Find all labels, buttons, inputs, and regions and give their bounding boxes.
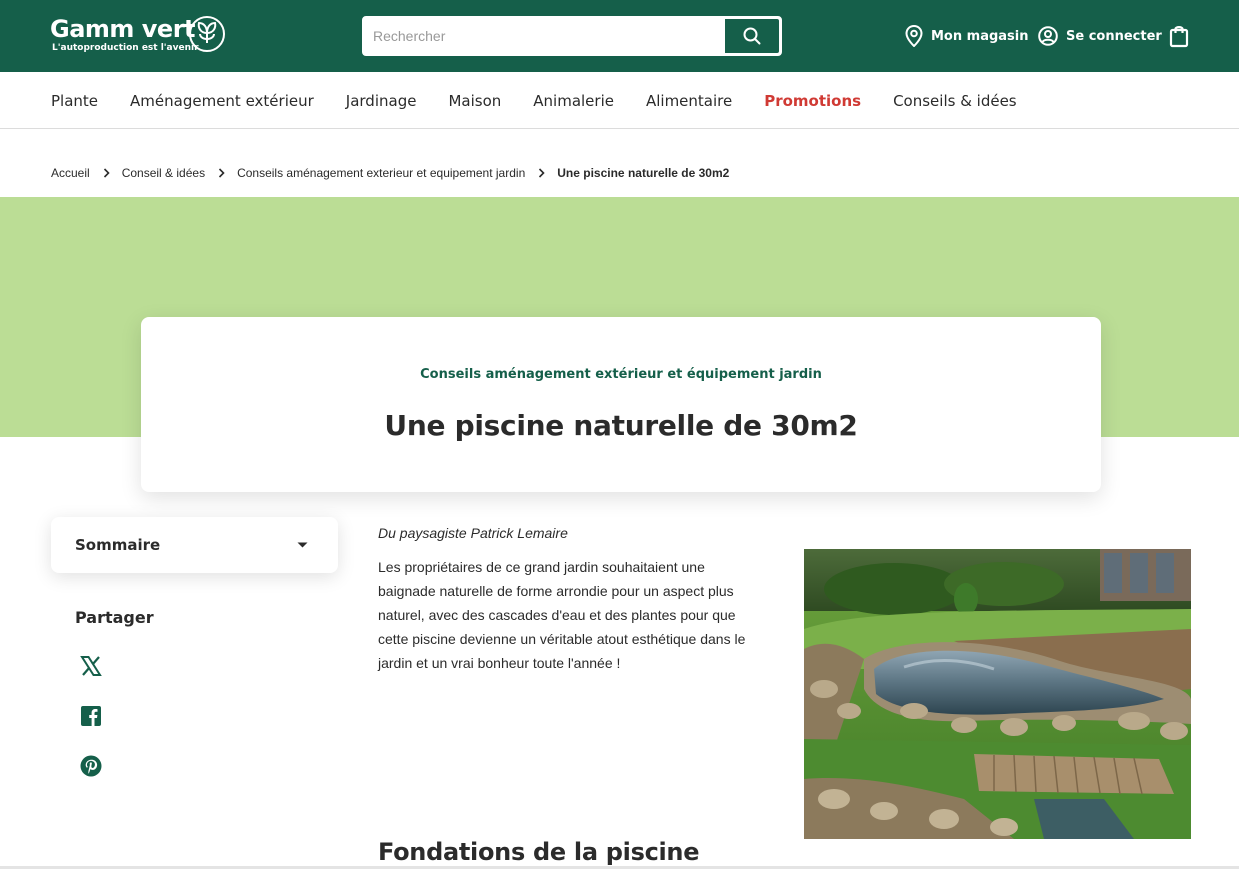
chevron-right-icon bbox=[218, 168, 225, 178]
search-icon bbox=[743, 27, 761, 45]
natural-pool-photo bbox=[804, 549, 1191, 839]
shopping-bag-icon[interactable] bbox=[1168, 24, 1190, 48]
leaf-logo-icon bbox=[189, 16, 225, 52]
brand-logo[interactable]: Gamm vert L'autoproduction est l'avenir bbox=[50, 14, 230, 58]
section-heading-fondations: Fondations de la piscine bbox=[378, 838, 700, 866]
user-icon bbox=[1038, 26, 1058, 46]
sommaire-dropdown[interactable]: Sommaire bbox=[51, 517, 338, 573]
caret-down-icon bbox=[297, 542, 308, 548]
article-author: Du paysagiste Patrick Lemaire bbox=[378, 525, 568, 541]
nav-item-plante[interactable]: Plante bbox=[51, 92, 98, 110]
top-header: Gamm vert L'autoproduction est l'avenir … bbox=[0, 0, 1239, 72]
search-button[interactable] bbox=[723, 17, 781, 55]
nav-item-animalerie[interactable]: Animalerie bbox=[533, 92, 614, 110]
nav-item-jardinage[interactable]: Jardinage bbox=[346, 92, 417, 110]
hero-card: Conseils aménagement extérieur et équipe… bbox=[141, 317, 1101, 492]
share-heading: Partager bbox=[75, 608, 154, 627]
search-bar bbox=[362, 16, 782, 56]
brand-name: Gamm vert bbox=[50, 15, 196, 43]
chevron-right-icon bbox=[538, 168, 545, 178]
page-title: Une piscine naturelle de 30m2 bbox=[384, 409, 858, 442]
article-intro: Les propriétaires de ce grand jardin sou… bbox=[378, 559, 746, 671]
brand-tagline: L'autoproduction est l'avenir bbox=[52, 43, 199, 53]
location-pin-icon bbox=[905, 25, 923, 47]
sommaire-label: Sommaire bbox=[75, 536, 161, 554]
breadcrumb-conseil-idees[interactable]: Conseil & idées bbox=[122, 166, 205, 180]
my-store-link[interactable]: Mon magasin bbox=[905, 24, 1029, 48]
nav-item-alimentaire[interactable]: Alimentaire bbox=[646, 92, 732, 110]
breadcrumb-current: Une piscine naturelle de 30m2 bbox=[557, 166, 730, 180]
breadcrumb-conseils-amenagement[interactable]: Conseils aménagement exterieur et equipe… bbox=[237, 166, 525, 180]
chevron-right-icon bbox=[103, 168, 110, 178]
nav-item-maison[interactable]: Maison bbox=[448, 92, 501, 110]
nav-item-promotions[interactable]: Promotions bbox=[764, 92, 861, 110]
x-icon[interactable] bbox=[79, 654, 103, 678]
login-label: Se connecter bbox=[1066, 28, 1162, 44]
nav-item-conseils-idees[interactable]: Conseils & idées bbox=[893, 92, 1017, 110]
article-category[interactable]: Conseils aménagement extérieur et équipe… bbox=[141, 367, 1101, 382]
login-link[interactable]: Se connecter bbox=[1038, 24, 1162, 48]
breadcrumb-accueil[interactable]: Accueil bbox=[51, 166, 90, 180]
search-input[interactable] bbox=[363, 17, 723, 55]
facebook-icon[interactable] bbox=[79, 704, 103, 728]
nav-item-amenagement-exterieur[interactable]: Aménagement extérieur bbox=[130, 92, 314, 110]
my-store-label: Mon magasin bbox=[931, 28, 1029, 44]
breadcrumb: Accueil Conseil & idées Conseils aménage… bbox=[51, 164, 729, 182]
main-navigation: Plante Aménagement extérieur Jardinage M… bbox=[0, 72, 1239, 129]
pinterest-icon[interactable] bbox=[79, 754, 103, 778]
